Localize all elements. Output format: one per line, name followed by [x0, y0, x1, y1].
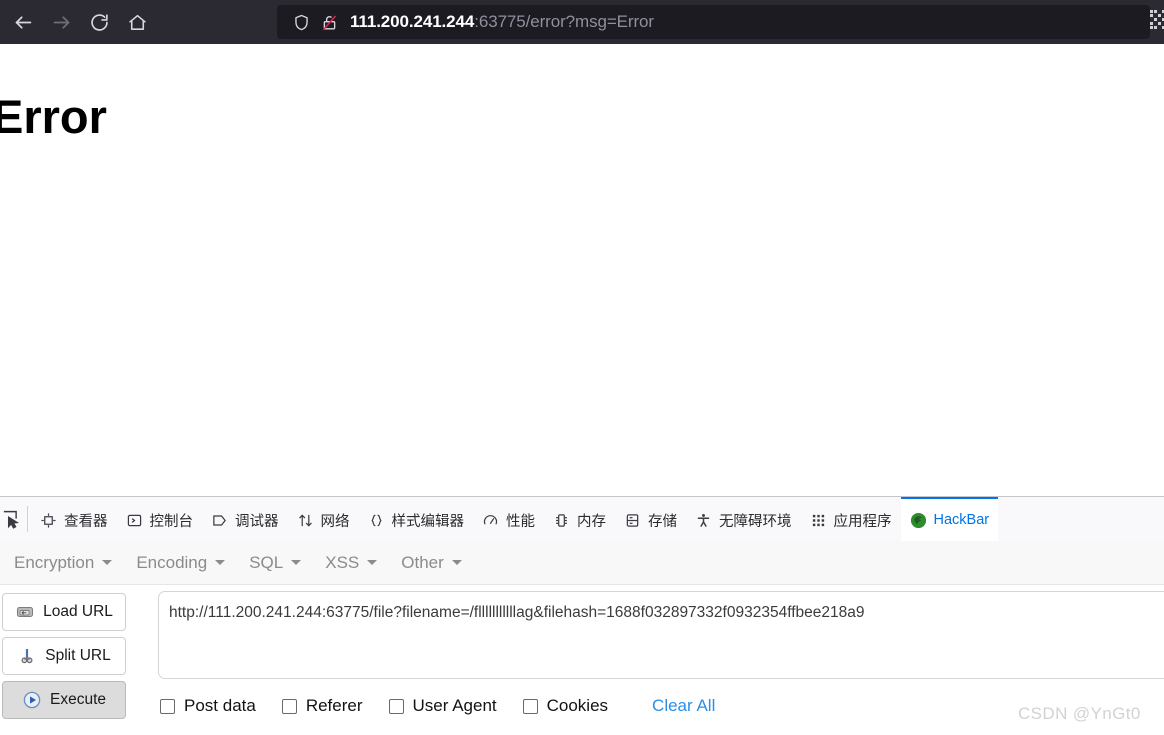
chevron-down-icon: [291, 560, 302, 565]
qr-code-icon[interactable]: [1148, 6, 1164, 36]
element-picker-icon[interactable]: [0, 497, 26, 541]
reload-button[interactable]: [80, 3, 118, 41]
chevron-down-icon: [367, 560, 378, 565]
devtools-tab-label: 查看器: [64, 513, 108, 530]
network-icon: [297, 512, 314, 529]
chevron-down-icon: [102, 560, 113, 565]
url-path: :63775/error?msg=Error: [474, 12, 654, 31]
address-bar[interactable]: 111.200.241.244:63775/error?msg=Error: [277, 5, 1150, 39]
browser-toolbar: 111.200.241.244:63775/error?msg=Error: [0, 0, 1164, 44]
menu-label: SQL: [249, 552, 284, 572]
url-host: 111.200.241.244: [350, 12, 475, 31]
page-title: Error: [0, 90, 107, 144]
hackbar-menu-encryption[interactable]: Encryption: [2, 547, 124, 579]
button-label: Load URL: [43, 603, 113, 620]
checkbox-label: Post data: [184, 696, 256, 715]
inspector-icon: [40, 512, 57, 529]
url-input[interactable]: http://111.200.241.244:63775/file?filena…: [158, 591, 1164, 679]
execute-button[interactable]: Execute: [2, 681, 126, 719]
devtools-tab-performance[interactable]: 性能: [473, 497, 544, 541]
hackbar-action-buttons: Load URL Split URL Execute: [2, 593, 130, 725]
hackbar-menubar: Encryption Encoding SQL XSS Other: [0, 541, 1164, 585]
split-url-button[interactable]: Split URL: [2, 637, 126, 675]
button-label: Split URL: [45, 647, 111, 664]
devtools-tab-label: 应用程序: [833, 513, 892, 530]
devtools-tabbar: 查看器 控制台 调试器 网络 样式编辑器 性能 内存 存储 无障碍环境 应用程序…: [0, 497, 1164, 542]
devtools-tab-label: 内存: [577, 513, 606, 530]
referer-checkbox[interactable]: Referer: [281, 696, 363, 716]
hackbar-options-row: Post data Referer User Agent Cookies Cle…: [160, 691, 715, 721]
chevron-down-icon: [215, 560, 226, 565]
scissors-icon: [17, 646, 37, 666]
devtools-tab-label: 网络: [320, 513, 350, 530]
debugger-icon: [211, 512, 228, 529]
devtools-tab-inspector[interactable]: 查看器: [31, 497, 117, 541]
menu-label: Other: [401, 552, 444, 572]
devtools-tab-hackbar[interactable]: HackBar: [900, 497, 999, 541]
home-button[interactable]: [118, 3, 156, 41]
hackbar-menu-sql[interactable]: SQL: [237, 547, 313, 579]
shield-icon[interactable]: [287, 8, 315, 36]
devtools-tab-label: 无障碍环境: [719, 513, 792, 530]
navigation-buttons: [0, 3, 156, 41]
devtools-tab-label: HackBar: [933, 512, 990, 528]
checkbox-box[interactable]: [388, 698, 404, 714]
checkbox-box[interactable]: [281, 698, 297, 714]
accessibility-icon: [695, 512, 712, 529]
devtools-tab-accessibility[interactable]: 无障碍环境: [686, 497, 801, 541]
devtools-tab-label: 性能: [506, 513, 535, 530]
devtools-tab-memory[interactable]: 内存: [544, 497, 615, 541]
clear-all-link[interactable]: Clear All: [652, 696, 715, 716]
checkbox-box[interactable]: [522, 698, 538, 714]
hackbar-panel: Encryption Encoding SQL XSS Other Load U…: [0, 541, 1164, 735]
back-button[interactable]: [4, 3, 42, 41]
devtools-tab-storage[interactable]: 存储: [615, 497, 686, 541]
load-url-icon: [15, 602, 35, 622]
hackbar-menu-encoding[interactable]: Encoding: [124, 547, 237, 579]
console-icon: [126, 512, 143, 529]
play-icon: [22, 690, 42, 710]
devtools-tab-network[interactable]: 网络: [288, 497, 359, 541]
checkbox-label: Referer: [305, 696, 363, 715]
chevron-down-icon: [451, 560, 462, 565]
menu-label: XSS: [325, 552, 360, 572]
performance-icon: [482, 512, 499, 529]
load-url-button[interactable]: Load URL: [2, 593, 126, 631]
devtools-tab-style-editor[interactable]: 样式编辑器: [359, 497, 474, 541]
lock-broken-icon[interactable]: [315, 8, 343, 36]
storage-icon: [624, 512, 641, 529]
post-data-checkbox[interactable]: Post data: [160, 696, 256, 716]
menu-label: Encoding: [136, 552, 208, 572]
devtools-tab-label: 存储: [648, 513, 677, 530]
devtools-tab-application[interactable]: 应用程序: [801, 497, 901, 541]
checkbox-label: User Agent: [412, 696, 497, 715]
hackbar-icon: [910, 512, 927, 529]
url-text[interactable]: 111.200.241.244:63775/error?msg=Error: [350, 12, 654, 32]
memory-icon: [553, 512, 570, 529]
devtools-tab-console[interactable]: 控制台: [117, 497, 203, 541]
page-viewport: Error: [0, 44, 1164, 496]
checkbox-label: Cookies: [546, 696, 609, 715]
hackbar-menu-other[interactable]: Other: [389, 547, 474, 579]
application-icon: [810, 512, 827, 529]
devtools-tab-label: 样式编辑器: [391, 513, 465, 530]
hackbar-menu-xss[interactable]: XSS: [313, 547, 389, 579]
devtools-tab-debugger[interactable]: 调试器: [202, 497, 288, 541]
user-agent-checkbox[interactable]: User Agent: [388, 696, 497, 716]
checkbox-box[interactable]: [160, 698, 175, 714]
style-editor-icon: [368, 512, 385, 529]
toolbar-divider: [27, 506, 28, 532]
cookies-checkbox[interactable]: Cookies: [522, 696, 609, 716]
menu-label: Encryption: [14, 552, 95, 572]
watermark: CSDN @YnGt0: [1018, 704, 1141, 723]
devtools-panel: 查看器 控制台 调试器 网络 样式编辑器 性能 内存 存储 无障碍环境 应用程序…: [0, 496, 1164, 735]
button-label: Execute: [49, 691, 106, 708]
forward-button[interactable]: [42, 3, 80, 41]
devtools-tab-label: 调试器: [235, 513, 279, 530]
devtools-tab-label: 控制台: [149, 513, 194, 530]
